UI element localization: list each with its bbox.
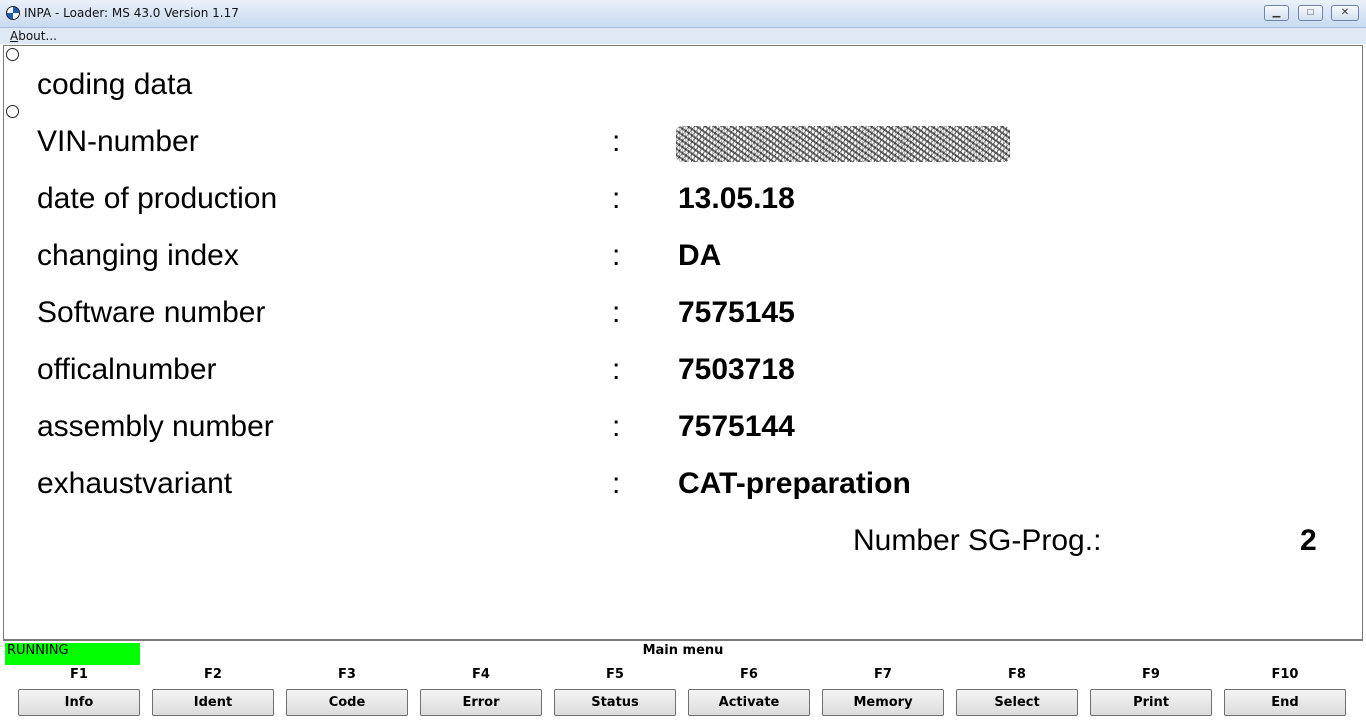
exhaust-variant-value: CAT-preparation bbox=[678, 467, 911, 500]
date-of-production-value: 13.05.18 bbox=[678, 182, 795, 215]
radio-button[interactable] bbox=[6, 48, 19, 61]
code-button[interactable]: Code bbox=[286, 689, 408, 716]
minimize-button[interactable]: ▁ bbox=[1264, 5, 1289, 21]
separator: : bbox=[612, 239, 621, 272]
changing-index-value: DA bbox=[678, 239, 722, 272]
ident-button[interactable]: Ident bbox=[152, 689, 274, 716]
fkey-label-f9: F9 bbox=[1142, 667, 1160, 682]
close-button[interactable]: ✕ bbox=[1331, 5, 1359, 21]
close-icon: ✕ bbox=[1340, 7, 1350, 18]
fkey-label-f1: F1 bbox=[70, 667, 88, 682]
menu-item-about[interactable]: About... bbox=[10, 29, 57, 43]
fkey-label-f7: F7 bbox=[874, 667, 892, 682]
official-number-value: 7503718 bbox=[678, 353, 795, 386]
software-number-label: Software number bbox=[37, 296, 266, 329]
maximize-button[interactable]: □ bbox=[1298, 5, 1323, 21]
sg-prog-value: 2 bbox=[1300, 524, 1317, 557]
coding-data-heading: coding data bbox=[37, 68, 193, 101]
assembly-number-value: 7575144 bbox=[678, 410, 795, 443]
assembly-number-label: assembly number bbox=[37, 410, 274, 443]
separator: : bbox=[612, 353, 621, 386]
status-button[interactable]: Status bbox=[554, 689, 676, 716]
print-button[interactable]: Print bbox=[1090, 689, 1212, 716]
memory-button[interactable]: Memory bbox=[822, 689, 944, 716]
info-button[interactable]: Info bbox=[18, 689, 140, 716]
fkey-label-f8: F8 bbox=[1008, 667, 1026, 682]
official-number-label: officalnumber bbox=[37, 353, 217, 386]
separator: : bbox=[612, 296, 621, 329]
divider bbox=[3, 640, 1363, 641]
changing-index-label: changing index bbox=[37, 239, 239, 272]
error-button[interactable]: Error bbox=[420, 689, 542, 716]
separator: : bbox=[612, 125, 621, 158]
sg-prog-label: Number SG-Prog.: bbox=[853, 524, 1102, 557]
separator: : bbox=[612, 467, 621, 500]
fkey-label-f4: F4 bbox=[472, 667, 490, 682]
fkey-label-f3: F3 bbox=[338, 667, 356, 682]
fkey-label-f5: F5 bbox=[606, 667, 624, 682]
radio-button[interactable] bbox=[6, 105, 19, 118]
bmw-logo-icon bbox=[6, 6, 20, 20]
menu-title: Main menu bbox=[642, 643, 724, 658]
fkey-label-f10: F10 bbox=[1271, 667, 1299, 682]
select-button[interactable]: Select bbox=[956, 689, 1078, 716]
separator: : bbox=[612, 410, 621, 443]
vin-number-redacted-value bbox=[676, 126, 1010, 162]
exhaust-variant-label: exhaustvariant bbox=[37, 467, 233, 500]
vin-number-label: VIN-number bbox=[37, 125, 199, 158]
menu-bar: About... bbox=[0, 28, 1366, 44]
fkey-label-f6: F6 bbox=[740, 667, 758, 682]
title-bar[interactable]: INPA - Loader: MS 43.0 Version 1.17 ▁ □ … bbox=[0, 0, 1366, 28]
separator: : bbox=[612, 182, 621, 215]
end-button[interactable]: End bbox=[1224, 689, 1346, 716]
window-title: INPA - Loader: MS 43.0 Version 1.17 bbox=[24, 6, 239, 20]
date-of-production-label: date of production bbox=[37, 182, 278, 215]
maximize-icon: □ bbox=[1307, 7, 1314, 18]
software-number-value: 7575145 bbox=[678, 296, 795, 329]
minimize-icon: ▁ bbox=[1272, 7, 1281, 18]
activate-button[interactable]: Activate bbox=[688, 689, 810, 716]
fkey-label-f2: F2 bbox=[204, 667, 222, 682]
